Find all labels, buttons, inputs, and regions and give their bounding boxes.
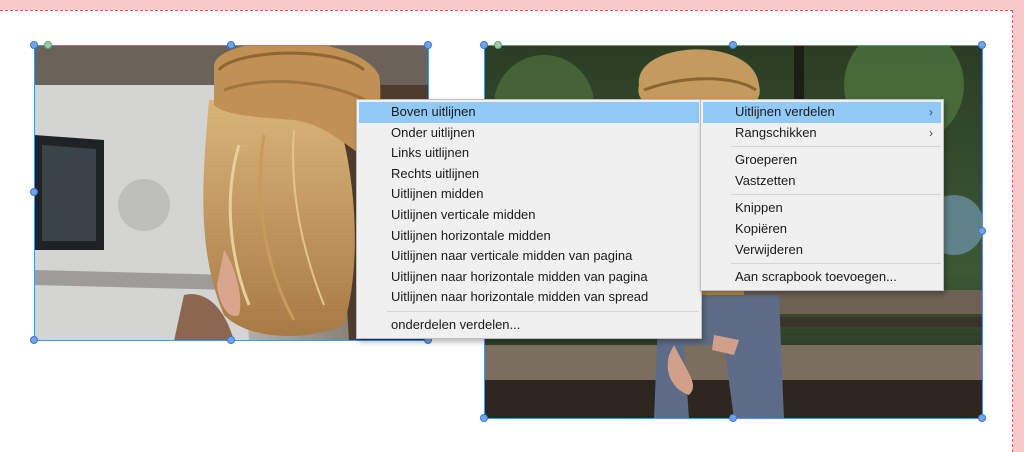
- menu-item-align-page-vertical-middle[interactable]: Uitlijnen naar verticale midden van pagi…: [359, 246, 699, 267]
- menu-item-align-spread-horizontal-middle[interactable]: Uitlijnen naar horizontale midden van sp…: [359, 287, 699, 308]
- menu-item-distribute-items[interactable]: onderdelen verdelen...: [359, 315, 699, 336]
- resize-handle-top[interactable]: [227, 41, 235, 49]
- menu-item-align-top[interactable]: Boven uitlijnen: [359, 102, 699, 123]
- align-submenu: Boven uitlijnen Onder uitlijnen Links ui…: [356, 99, 702, 339]
- menu-item-label: Uitlijnen verdelen: [735, 104, 835, 119]
- menu-item-arrange[interactable]: Rangschikken ›: [703, 123, 941, 144]
- menu-separator: [731, 194, 941, 196]
- menu-item-label: Rangschikken: [735, 124, 817, 140]
- menu-item-align-page-horizontal-middle[interactable]: Uitlijnen naar horizontale midden van pa…: [359, 267, 699, 288]
- menu-separator: [387, 310, 699, 312]
- resize-handle-top-left[interactable]: [30, 41, 38, 49]
- menu-item-lock[interactable]: Vastzetten: [703, 171, 941, 192]
- chevron-right-icon: ›: [929, 125, 933, 140]
- menu-item-copy[interactable]: Kopiëren: [703, 219, 941, 240]
- resize-handle-bottom-right[interactable]: [978, 414, 986, 422]
- resize-handle-bottom[interactable]: [729, 414, 737, 422]
- menu-separator: [731, 263, 941, 265]
- menu-item-align-vertical-middle[interactable]: Uitlijnen verticale midden: [359, 205, 699, 226]
- rotate-handle[interactable]: [44, 41, 52, 49]
- resize-handle-top-left[interactable]: [480, 41, 488, 49]
- menu-item-align-left[interactable]: Links uitlijnen: [359, 143, 699, 164]
- menu-separator: [731, 146, 941, 148]
- menu-item-align-distribute[interactable]: Uitlijnen verdelen ›: [703, 102, 941, 123]
- menu-item-cut[interactable]: Knippen: [703, 198, 941, 219]
- menu-item-align-horizontal-middle[interactable]: Uitlijnen horizontale midden: [359, 226, 699, 247]
- menu-item-align-right[interactable]: Rechts uitlijnen: [359, 164, 699, 185]
- rotate-handle[interactable]: [494, 41, 502, 49]
- resize-handle-top[interactable]: [729, 41, 737, 49]
- resize-handle-top-right[interactable]: [424, 41, 432, 49]
- resize-handle-left[interactable]: [30, 188, 38, 196]
- menu-item-delete[interactable]: Verwijderen: [703, 240, 941, 261]
- resize-handle-right[interactable]: [978, 227, 986, 235]
- resize-handle-bottom-left[interactable]: [30, 336, 38, 344]
- chevron-right-icon: ›: [929, 105, 933, 119]
- menu-item-align-bottom[interactable]: Onder uitlijnen: [359, 123, 699, 144]
- menu-item-align-middle[interactable]: Uitlijnen midden: [359, 184, 699, 205]
- resize-handle-top-right[interactable]: [978, 41, 986, 49]
- menu-item-group[interactable]: Groeperen: [703, 150, 941, 171]
- resize-handle-bottom-left[interactable]: [480, 414, 488, 422]
- menu-item-add-to-scrapbook[interactable]: Aan scrapbook toevoegen...: [703, 267, 941, 288]
- resize-handle-bottom[interactable]: [227, 336, 235, 344]
- context-menu: Uitlijnen verdelen › Rangschikken › Groe…: [700, 99, 944, 291]
